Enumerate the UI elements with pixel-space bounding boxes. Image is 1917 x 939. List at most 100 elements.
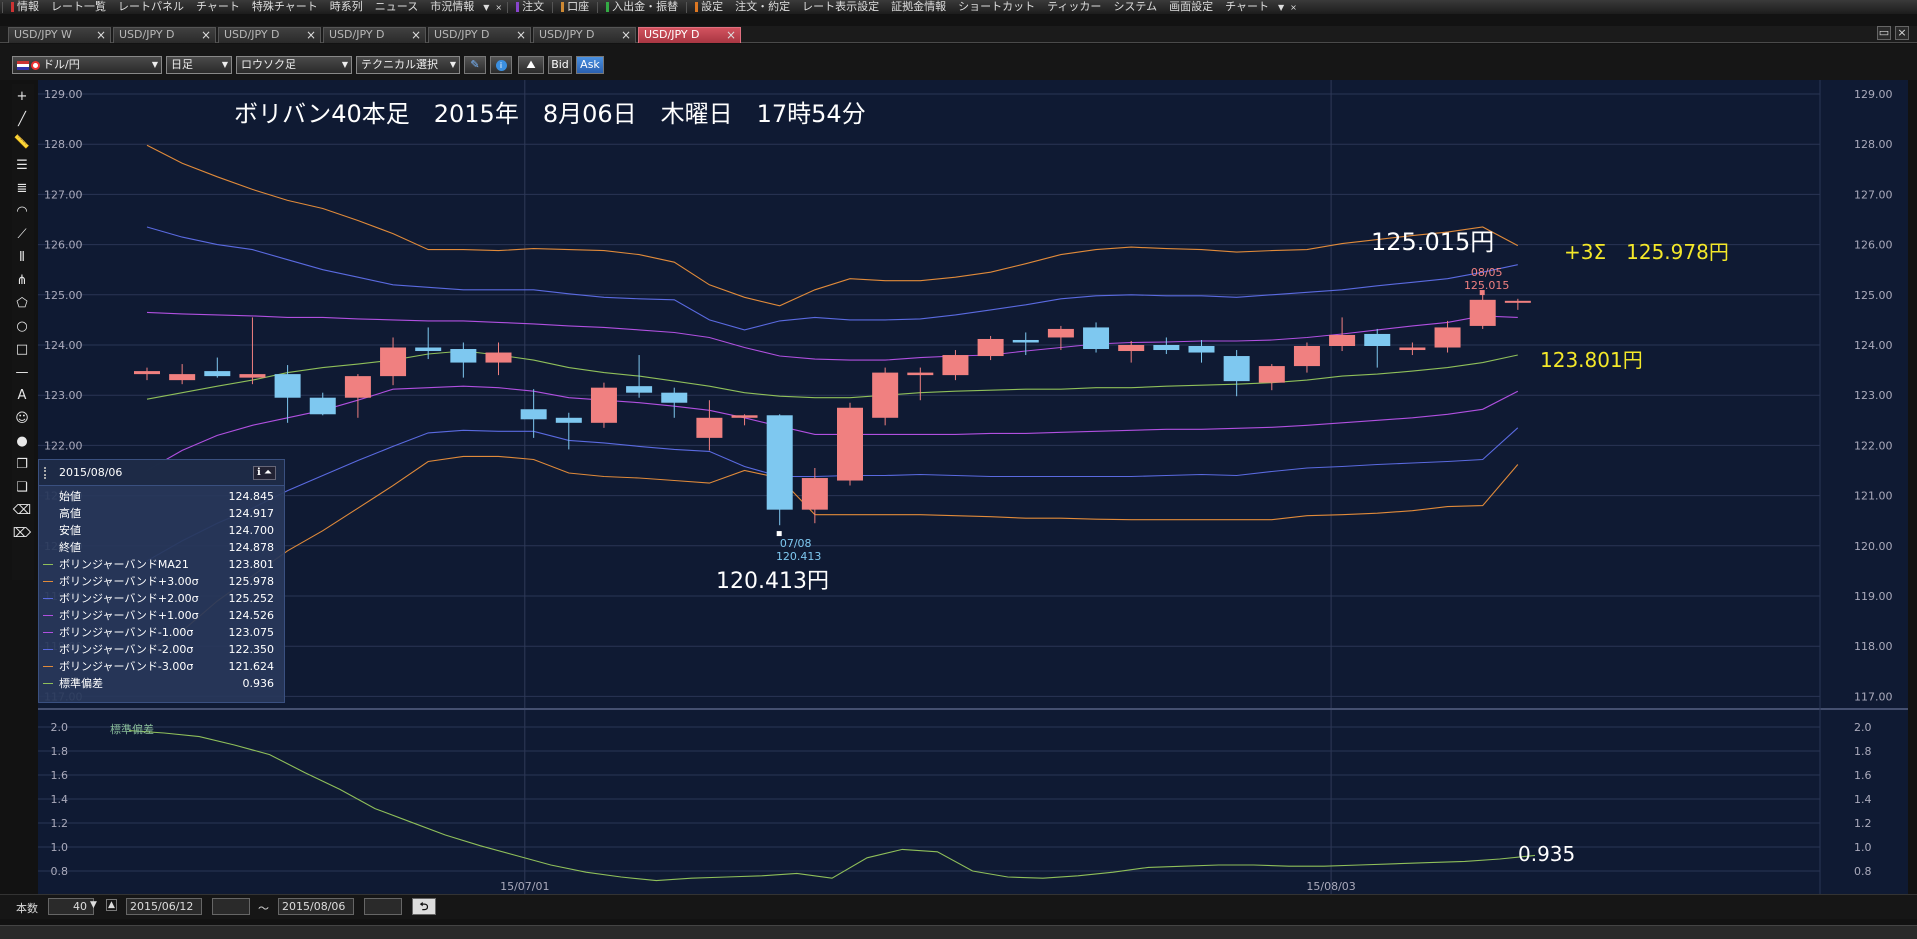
info-button[interactable]: i bbox=[490, 56, 512, 74]
drag-handle[interactable] bbox=[44, 467, 48, 479]
menu-item[interactable]: 入出金・振替 bbox=[600, 0, 684, 14]
menu-close-icon[interactable]: × bbox=[1287, 3, 1300, 12]
count-input[interactable]: 40 bbox=[48, 898, 94, 915]
chart-tab[interactable]: USD/JPY D × bbox=[113, 27, 216, 43]
eraser-all-icon[interactable]: ⌦ bbox=[12, 523, 32, 543]
count-up-icon[interactable]: ▲ bbox=[106, 899, 117, 911]
candle-body bbox=[696, 417, 723, 438]
chart-area[interactable]: 129.00 129.00 128.00 128.00 127.00 127.00 126.… bbox=[38, 80, 1908, 894]
menu-item-label: 入出金・振替 bbox=[612, 0, 679, 13]
menu-color-marker bbox=[516, 2, 520, 12]
menu-item[interactable]: システム bbox=[1107, 0, 1163, 14]
chart-tab[interactable]: USD/JPY D × bbox=[323, 27, 426, 43]
fan-icon[interactable]: ⟋ bbox=[12, 224, 32, 244]
from-time-input[interactable] bbox=[212, 898, 250, 915]
chart-tab[interactable]: USD/JPY D × bbox=[638, 27, 741, 43]
menu-item[interactable]: 特殊チャート bbox=[246, 0, 324, 14]
chart-tab[interactable]: USD/JPY D × bbox=[428, 27, 531, 43]
menu-close-icon[interactable]: × bbox=[492, 3, 505, 12]
chart-tab[interactable]: USD/JPY D × bbox=[218, 27, 321, 43]
menu-dropdown-icon[interactable]: ▼ bbox=[1275, 3, 1287, 12]
circle-icon[interactable]: ○ bbox=[12, 316, 32, 336]
menu-item-label: 特殊チャート bbox=[251, 0, 318, 13]
close-window-icon[interactable]: × bbox=[1895, 26, 1909, 40]
period-select[interactable]: 日足 ▼ bbox=[166, 56, 232, 74]
ask-button[interactable]: Ask bbox=[576, 56, 604, 74]
menu-item[interactable]: ニュース bbox=[369, 0, 424, 14]
close-tab-icon[interactable]: × bbox=[621, 28, 631, 42]
menu-item[interactable]: 画面設定 bbox=[1163, 0, 1219, 14]
menu-item[interactable]: 市況情報 bbox=[424, 0, 480, 14]
close-tab-icon[interactable]: × bbox=[96, 28, 106, 42]
menu-item[interactable]: レートパネル bbox=[112, 0, 190, 14]
candle-body bbox=[907, 372, 934, 376]
info-panel-header[interactable]: 2015/08/06 ℹ ⏶ bbox=[39, 460, 284, 486]
candle-body bbox=[1504, 300, 1531, 303]
info-panel-toggle-icon[interactable]: ℹ ⏶ bbox=[253, 466, 276, 480]
menu-item-label: ショートカット bbox=[958, 0, 1036, 13]
menu-item[interactable]: ショートカット bbox=[952, 0, 1041, 14]
close-tab-icon[interactable]: × bbox=[201, 28, 211, 42]
close-tab-icon[interactable]: × bbox=[516, 28, 526, 42]
from-date-input[interactable]: 2015/06/12 bbox=[126, 898, 202, 915]
to-time-input[interactable] bbox=[364, 898, 402, 915]
text-icon[interactable]: A bbox=[12, 385, 32, 405]
hlines-icon[interactable]: ☰ bbox=[12, 155, 32, 175]
channel-icon[interactable]: ≣ bbox=[12, 178, 32, 198]
chart-tab[interactable]: USD/JPY W × bbox=[8, 27, 111, 43]
menu-item[interactable]: チャート bbox=[190, 0, 246, 14]
crosshair-icon[interactable]: + bbox=[12, 86, 32, 106]
menu-item[interactable]: 設定 bbox=[689, 0, 729, 14]
chart-tab[interactable]: USD/JPY D × bbox=[533, 27, 636, 43]
menu-item[interactable]: 情報 bbox=[5, 0, 45, 14]
emoji-icon[interactable]: ☺ bbox=[12, 408, 32, 428]
hline-icon[interactable]: — bbox=[12, 362, 32, 382]
paint-icon[interactable]: ● bbox=[12, 431, 32, 451]
vlines-icon[interactable]: ⦀ bbox=[12, 247, 32, 267]
chart-type-select[interactable]: ロウソク足 ▼ bbox=[236, 56, 352, 74]
y-tick-label-right: 121.00 bbox=[1854, 490, 1893, 503]
rectangle-icon[interactable]: □ bbox=[12, 339, 32, 359]
y-tick-label-left: 125.00 bbox=[44, 289, 83, 302]
menu-item[interactable]: 時系列 bbox=[324, 0, 369, 14]
menu-item-label: レート表示設定 bbox=[802, 0, 880, 13]
chart-canvas[interactable]: 129.00 129.00 128.00 128.00 127.00 127.00 126.… bbox=[38, 80, 1908, 894]
close-tab-icon[interactable]: × bbox=[411, 28, 421, 42]
copy-icon[interactable]: ❐ bbox=[12, 454, 32, 474]
menu-item[interactable]: 注文・約定 bbox=[729, 0, 796, 14]
ruler-icon[interactable]: 📏 bbox=[12, 132, 32, 152]
candle-body bbox=[1047, 328, 1074, 338]
menu-item[interactable]: 注文 bbox=[510, 0, 550, 14]
info-row-value: 0.936 bbox=[242, 677, 275, 690]
info-row-label: 始値 bbox=[59, 490, 81, 503]
technical-select[interactable]: テクニカル選択 ▼ bbox=[356, 56, 460, 74]
series-color-swatch bbox=[43, 683, 53, 684]
pen-button[interactable]: ✎ bbox=[464, 56, 486, 74]
info-row-value: 123.801 bbox=[228, 558, 275, 571]
menu-dropdown-icon[interactable]: ▼ bbox=[480, 3, 492, 12]
period-value: 日足 bbox=[171, 58, 193, 71]
menu-item[interactable]: 口座 bbox=[555, 0, 595, 14]
eraser-icon[interactable]: ⌫ bbox=[12, 500, 32, 520]
to-date-input[interactable]: 2015/08/06 bbox=[278, 898, 354, 915]
pitchfork-icon[interactable]: ⋔ bbox=[12, 270, 32, 290]
restore-window-icon[interactable]: ▭ bbox=[1877, 26, 1891, 40]
chart-style-button[interactable]: ⛰ bbox=[518, 56, 544, 74]
menu-item[interactable]: レート一覧 bbox=[45, 0, 112, 14]
menu-item[interactable]: ティッカー bbox=[1041, 0, 1107, 14]
pentagon-icon[interactable]: ⬠ bbox=[12, 293, 32, 313]
menu-item[interactable]: 証拠金情報 bbox=[885, 0, 952, 14]
menu-item[interactable]: レート表示設定 bbox=[796, 0, 885, 14]
bid-button[interactable]: Bid bbox=[548, 56, 572, 74]
apply-range-button[interactable]: ⮌ bbox=[412, 898, 436, 915]
currency-select[interactable]: ドル/円 ▼ bbox=[12, 56, 162, 74]
y-tick-label-right: 117.00 bbox=[1854, 690, 1893, 703]
close-tab-icon[interactable]: × bbox=[306, 28, 316, 42]
menu-item-label: 注文 bbox=[522, 0, 545, 13]
count-down-icon[interactable]: ▼ bbox=[90, 900, 97, 910]
paste-icon[interactable]: ❑ bbox=[12, 477, 32, 497]
close-tab-icon[interactable]: × bbox=[726, 28, 736, 42]
arc-icon[interactable]: ◠ bbox=[12, 201, 32, 221]
line-icon[interactable]: ╱ bbox=[12, 109, 32, 129]
menu-item[interactable]: チャート bbox=[1219, 0, 1275, 14]
